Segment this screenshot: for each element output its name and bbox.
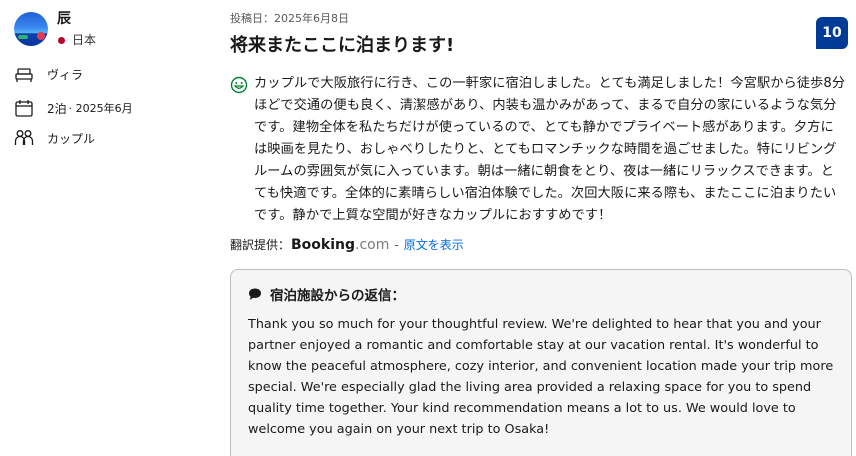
avatar: [14, 12, 48, 46]
translation-credit: 翻訳提供： Booking.com - 原文を表示: [230, 236, 464, 253]
reply-body-text: Thank you so much for your thoughtful re…: [248, 317, 834, 437]
traveler-type-label: カップル: [47, 131, 96, 146]
booking-logo: Booking.com: [291, 236, 390, 253]
review-title: 将来またここに泊まります!: [230, 35, 455, 56]
country-label: 日本: [72, 33, 97, 47]
show-original-link[interactable]: 原文を表示: [404, 236, 464, 253]
people-icon: [14, 130, 34, 145]
translation-label: 翻訳提供：: [230, 238, 291, 252]
property-reply-box: 宿泊施設からの返信： Thank you so much for your th…: [230, 269, 852, 456]
bed-icon: [15, 67, 33, 82]
reviewer-name: 辰: [57, 11, 71, 27]
nights-label: 2泊: [47, 101, 67, 116]
review-body-text: カップルで大阪旅行に行き、この一軒家に宿泊しました。とても満足しました！今宮駅か…: [254, 76, 846, 223]
reviewer-panel: 辰 日本 ヴィラ 2泊 · 2025年6月 カップル: [14, 11, 214, 146]
country-flag-icon: [58, 36, 65, 44]
separator: -: [394, 237, 399, 252]
review-score-badge: 10: [816, 17, 848, 49]
stay-date-label: · 2025年6月: [68, 102, 133, 115]
reviewer-info: 辰 日本: [14, 11, 214, 47]
reply-heading: 宿泊施設からの返信：: [248, 284, 835, 304]
posted-date: 投稿日：2025年6月8日: [230, 12, 349, 25]
room-type-label: ヴィラ: [47, 68, 84, 82]
stay-dates-row: 2泊 · 2025年6月: [14, 99, 133, 117]
review-content: 投稿日：2025年6月8日 将来またここに泊まります! 10 カップルで大阪旅行…: [230, 12, 852, 456]
calendar-icon: [15, 100, 33, 117]
reply-heading-label: 宿泊施設からの返信：: [270, 288, 405, 304]
room-type-row: ヴィラ: [14, 66, 83, 83]
smile-icon: [230, 76, 248, 94]
speech-bubble-icon: [249, 288, 261, 300]
traveler-type-row: カップル: [14, 129, 95, 147]
review-body: カップルで大阪旅行に行き、この一軒家に宿泊しました。とても満足しました！今宮駅か…: [230, 73, 848, 227]
reviewer-country: 日本: [57, 33, 96, 47]
